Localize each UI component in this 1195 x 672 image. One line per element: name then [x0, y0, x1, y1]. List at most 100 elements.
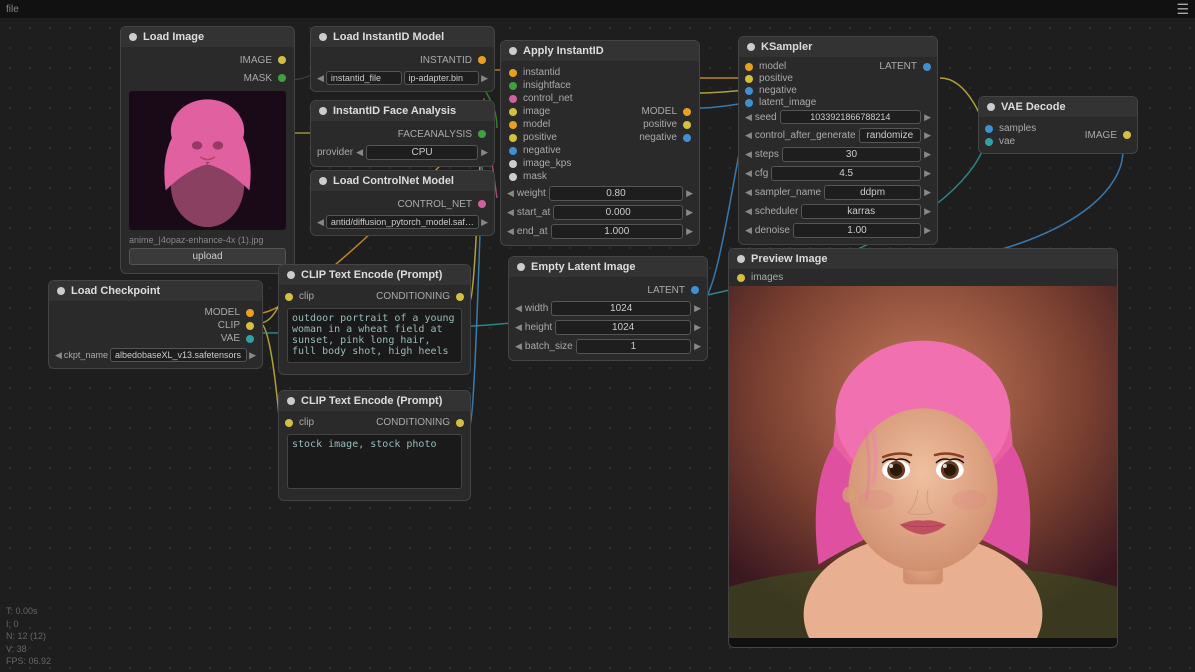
node-dot — [319, 33, 327, 41]
node-dot — [57, 287, 65, 295]
ckpt-arrow-left[interactable]: ◀ — [55, 350, 62, 361]
empty-latent-header: Empty Latent Image — [509, 257, 707, 277]
load-checkpoint-node: Load Checkpoint MODEL CLIP VAE ◀ ckpt_na… — [48, 280, 263, 369]
node-dot — [517, 263, 525, 271]
arrow-left-icon[interactable]: ◀ — [317, 73, 324, 84]
control-after-widget: ◀ control_after_generate randomize ▶ — [739, 126, 937, 145]
faceanalysis-output-row: FACEANALYSIS — [311, 125, 494, 143]
arrow-right-icon[interactable]: ▶ — [481, 73, 488, 84]
weight-widget: ◀ weight 0.80 ▶ — [501, 184, 699, 203]
height-widget: ◀ height 1024 ▶ — [509, 318, 707, 337]
load-instantid-model-node: Load InstantID Model INSTANTID ◀ instant… — [310, 26, 495, 92]
apply-instantid-io-row: instantid insightface control_net image … — [501, 65, 699, 184]
negative-prompt-textarea[interactable]: stock image, stock photo — [287, 434, 462, 489]
load-image-output-row: IMAGE — [121, 51, 294, 69]
clip-pos-in-conn — [285, 293, 293, 301]
width-widget: ◀ width 1024 ▶ — [509, 299, 707, 318]
title-bar: file ☰ — [0, 0, 1195, 18]
preview-portrait-svg — [729, 286, 1117, 638]
controlnet-output-conn — [478, 200, 486, 208]
controlnet-output-row: CONTROL_NET — [311, 195, 494, 213]
provider-arrow-left[interactable]: ◀ — [356, 147, 363, 158]
ks-latent-conn — [745, 99, 753, 107]
end-at-widget: ◀ end_at 1.000 ▶ — [501, 222, 699, 241]
node-dot — [987, 103, 995, 111]
mask-in-conn — [509, 173, 517, 181]
node-dot — [319, 177, 327, 185]
insightface-in-conn — [509, 82, 517, 90]
status-time: T: 0.00s — [6, 605, 51, 618]
steps-widget: ◀ steps 30 ▶ — [739, 145, 937, 164]
ckpt-arrow-right[interactable]: ▶ — [249, 350, 256, 361]
vae-decode-header: VAE Decode — [979, 97, 1137, 117]
vae-image-out-conn — [1123, 131, 1131, 139]
image-output-conn — [278, 56, 286, 64]
instantid-output-row: INSTANTID — [311, 51, 494, 69]
node-dot — [287, 397, 295, 405]
latent-output-row: LATENT — [509, 281, 707, 299]
menu-icon[interactable]: ☰ — [1176, 1, 1189, 18]
instantid-output-conn — [478, 56, 486, 64]
sampler-widget: ◀ sampler_name ddpm ▶ — [739, 183, 937, 202]
provider-widget: provider ◀ CPU ▶ — [311, 143, 494, 162]
clip-text-negative-node: CLIP Text Encode (Prompt) clip CONDITION… — [278, 390, 471, 501]
instantid-in-conn — [509, 69, 517, 77]
checkpoint-vae-conn — [246, 335, 254, 343]
status-i: I: 0 — [6, 618, 51, 631]
upload-button[interactable]: upload — [129, 248, 286, 265]
apply-instantid-node: Apply InstantID instantid insightface co… — [500, 40, 700, 246]
checkpoint-model-conn — [246, 309, 254, 317]
ks-negative-conn — [745, 87, 753, 95]
preview-header: Preview Image — [729, 249, 1117, 269]
load-instantid-header: Load InstantID Model — [311, 27, 494, 47]
controlnet-model-widget: ◀ antid/diffusion_pytorch_model.safetens… — [317, 215, 488, 229]
ckpt-file-widget: ◀ ckpt_name albedobaseXL_v13.safetensors… — [55, 348, 256, 362]
status-bar: T: 0.00s I: 0 N: 12 (12) V: 38 FPS: 06.9… — [6, 605, 51, 668]
negative-in-conn — [509, 147, 517, 155]
provider-arrow-right[interactable]: ▶ — [481, 147, 488, 158]
preview-image-node: Preview Image images — [728, 248, 1118, 648]
load-image-preview — [129, 91, 286, 230]
positive-prompt-textarea[interactable]: outdoor portrait of a young woman in a w… — [287, 308, 462, 363]
model-out-conn — [683, 108, 691, 116]
negative-out-conn — [683, 134, 691, 142]
batch-size-widget: ◀ batch_size 1 ▶ — [509, 337, 707, 356]
scheduler-widget: ◀ scheduler karras ▶ — [739, 202, 937, 221]
instantid-file-widget: ◀ instantid_file ip-adapter.bin ▶ — [317, 71, 488, 85]
node-canvas: Load Image IMAGE MASK — [0, 18, 1195, 672]
empty-latent-node: Empty Latent Image LATENT ◀ width 1024 ▶… — [508, 256, 708, 361]
controlnet-in-conn — [509, 95, 517, 103]
image-in-conn — [509, 108, 517, 116]
load-controlnet-node: Load ControlNet Model CONTROL_NET ◀ anti… — [310, 170, 495, 236]
checkpoint-outputs: MODEL CLIP VAE — [49, 305, 262, 346]
ks-model-conn — [745, 63, 753, 71]
conditioning-pos-out-conn — [456, 293, 464, 301]
status-fps: FPS: 06.92 — [6, 655, 51, 668]
mask-output-conn — [278, 74, 286, 82]
vae-decode-node: VAE Decode samples vae IMAGE — [978, 96, 1138, 154]
ks-latent-out-conn — [923, 63, 931, 71]
latent-out-conn — [691, 286, 699, 294]
controlnet-header: Load ControlNet Model — [311, 171, 494, 191]
imagekps-in-conn — [509, 160, 517, 168]
positive-out-conn — [683, 121, 691, 129]
arrow-right-icon2[interactable]: ▶ — [481, 217, 488, 228]
node-dot — [287, 271, 295, 279]
ksampler-node: KSampler model positive negative latent_… — [738, 36, 938, 245]
conditioning-neg-out-conn — [456, 419, 464, 427]
preview-images-conn — [737, 274, 745, 282]
clip-text-positive-node: CLIP Text Encode (Prompt) clip CONDITION… — [278, 264, 471, 375]
start-at-widget: ◀ start_at 0.000 ▶ — [501, 203, 699, 222]
node-dot — [737, 255, 745, 263]
node-dot — [319, 107, 327, 115]
cfg-widget: ◀ cfg 4.5 ▶ — [739, 164, 937, 183]
clip-text-negative-header: CLIP Text Encode (Prompt) — [279, 391, 470, 411]
arrow-left-icon2[interactable]: ◀ — [317, 217, 324, 228]
model-in-conn — [509, 121, 517, 129]
load-checkpoint-header: Load Checkpoint — [49, 281, 262, 301]
seed-widget: ◀ seed 1033921866788214 ▶ — [739, 108, 937, 126]
ksampler-header: KSampler — [739, 37, 937, 57]
vae-vae-conn — [985, 138, 993, 146]
checkpoint-clip-conn — [246, 322, 254, 330]
clip-text-positive-header: CLIP Text Encode (Prompt) — [279, 265, 470, 285]
